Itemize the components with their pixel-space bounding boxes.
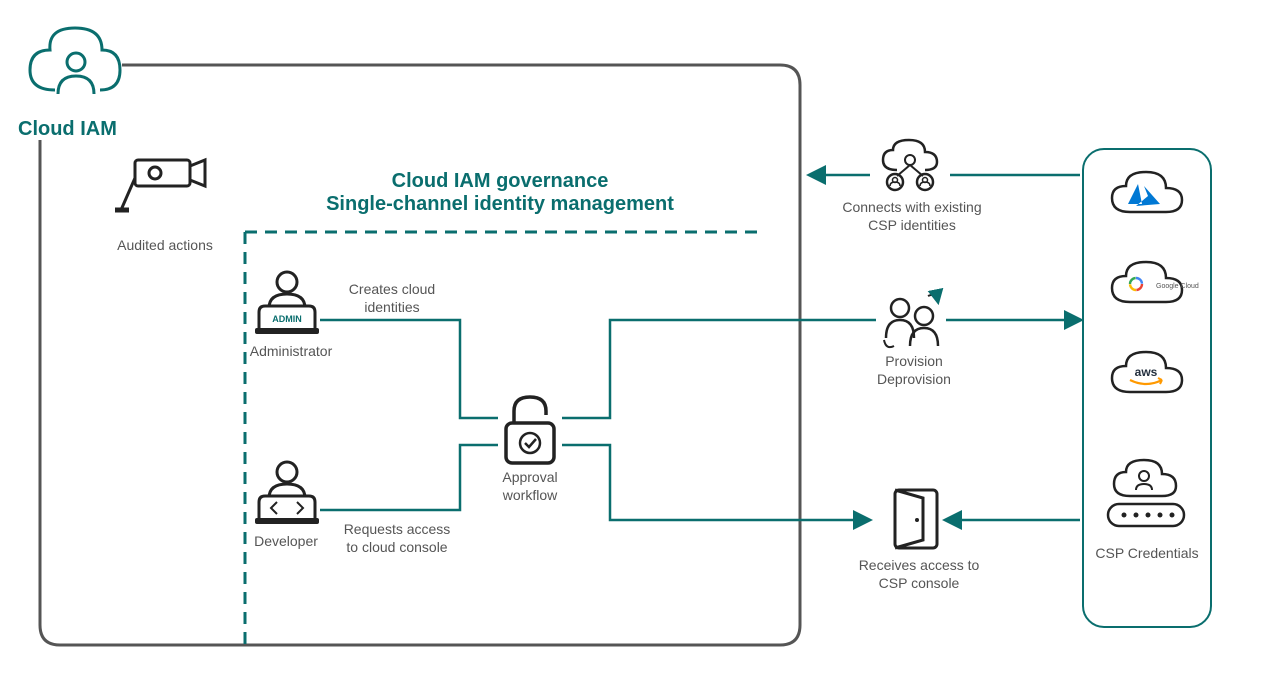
approval-label: Approval workflow <box>490 468 570 504</box>
creates-identities-label: Creates cloud identities <box>332 280 452 316</box>
door-icon <box>895 490 937 548</box>
administrator-label: Administrator <box>246 342 336 360</box>
cloud-iam-title: Cloud IAM <box>18 118 117 141</box>
requests-access-label: Requests access to cloud console <box>332 520 462 556</box>
developer-label: Developer <box>246 532 326 550</box>
audited-label: Audited actions <box>110 236 220 254</box>
provision-label: Provision Deprovision <box>864 352 964 388</box>
governance-title: Cloud IAM governance Single-channel iden… <box>260 170 740 216</box>
provision-icon <box>884 295 938 347</box>
csp-credentials-label: CSP Credentials <box>1092 544 1202 562</box>
cloud-iam-icon <box>30 28 120 94</box>
flow-admin-to-approval <box>320 320 498 418</box>
padlock-icon <box>506 397 554 463</box>
administrator-icon: ADMIN <box>255 272 319 334</box>
connects-label: Connects with existing CSP identities <box>832 198 992 234</box>
flow-developer-to-approval <box>320 445 498 510</box>
admin-badge: ADMIN <box>272 314 302 324</box>
identities-network-icon <box>883 140 937 190</box>
receives-label: Receives access to CSP console <box>844 556 994 592</box>
governance-line2: Single-channel identity management <box>260 193 740 216</box>
flow-approval-to-provision <box>562 320 876 418</box>
camera-icon <box>115 160 205 210</box>
flow-approval-to-door <box>562 445 869 520</box>
outer-container <box>40 65 800 645</box>
governance-line1: Cloud IAM governance <box>260 170 740 193</box>
developer-icon <box>255 462 319 524</box>
